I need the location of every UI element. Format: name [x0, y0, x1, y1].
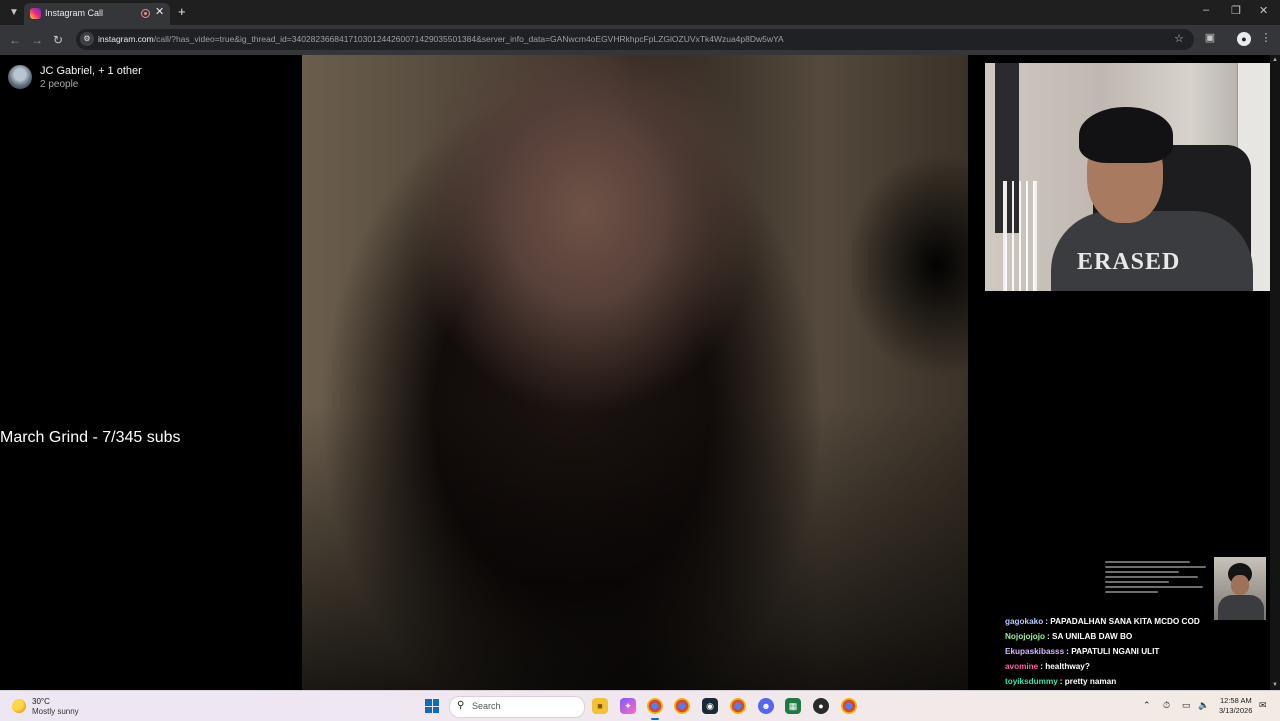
chrome-window-icon[interactable] [841, 698, 857, 714]
display-icon[interactable]: ▭ [1182, 700, 1191, 711]
chat-username: Ekupaskibasss [1005, 647, 1065, 656]
shirt-print-logo: ERASED [1077, 249, 1181, 275]
scroll-down-arrow-icon[interactable]: ▼ [1270, 680, 1280, 690]
search-placeholder: Search [472, 701, 501, 711]
chat-message: avomine: healthway? [1005, 662, 1090, 671]
webcam-self-view: ERASED [985, 63, 1278, 291]
mirrored-chat-line [1105, 591, 1158, 593]
remote-video-feed [302, 55, 968, 690]
chat-text: SA UNILAB DAW BO [1052, 632, 1133, 641]
stream-chat: gagokako: PAPADALHAN SANA KITA MCDO COD … [1005, 617, 1265, 692]
back-arrow-icon[interactable]: ← [9, 33, 21, 47]
clock-time[interactable]: 12:58 AM [1220, 696, 1252, 705]
call-title: JC Gabriel, + 1 other [40, 65, 142, 77]
background-gate [1003, 181, 1037, 291]
tab-instagram-call[interactable]: Instagram Call ✕ [24, 3, 170, 25]
chat-text: healthway? [1045, 662, 1090, 671]
chat-text: pretty naman [1064, 677, 1117, 686]
weather-condition[interactable]: Mostly sunny [32, 707, 79, 716]
mirrored-chat-line [1105, 561, 1190, 563]
instagram-icon [30, 8, 41, 19]
profile-avatar-icon[interactable]: ● [1237, 32, 1251, 46]
spreadsheet-app-icon[interactable]: ▦ [785, 698, 801, 714]
extensions-puzzle-icon[interactable]: ▣ [1203, 31, 1217, 45]
chrome-profile-icon[interactable] [674, 698, 690, 714]
mirrored-chat-line [1105, 576, 1199, 578]
weather-sun-icon[interactable] [12, 699, 26, 713]
chat-streamer-thumbnail [1214, 557, 1266, 620]
thumbnail-face [1231, 575, 1249, 595]
tab-close-icon[interactable]: ✕ [155, 5, 164, 18]
speaker-icon[interactable]: 🔈 [1198, 700, 1209, 711]
mirrored-chat-reflection [1105, 558, 1211, 620]
address-bar[interactable]: ⚙ instagram.com/call/?has_video=true&ig_… [76, 29, 1194, 50]
browser-menu-kebab-icon[interactable]: ⋮ [1259, 31, 1273, 45]
tab-search-chevron-icon[interactable]: ▼ [6, 5, 22, 21]
file-explorer-icon[interactable]: ■ [592, 698, 608, 714]
chat-message: Ekupaskibasss: PAPATULI NGANI ULIT [1005, 647, 1160, 656]
mirrored-chat-line [1105, 566, 1206, 568]
page-scrollbar[interactable]: ▲ ▼ [1270, 55, 1280, 690]
subscriber-goal-overlay: March Grind - 7/345 subs [0, 429, 181, 446]
copilot-icon[interactable]: ✦ [620, 698, 636, 714]
forward-arrow-icon[interactable]: → [31, 33, 43, 47]
chat-message: gagokako: PAPADALHAN SANA KITA MCDO COD [1005, 617, 1200, 626]
chat-message: Nojojojojo: SA UNILAB DAW BO [1005, 632, 1133, 641]
caller-avatar [8, 65, 32, 89]
chat-text: PAPATULI NGANI ULIT [1071, 647, 1160, 656]
minimize-icon[interactable]: – [1203, 4, 1209, 16]
chrome-icon[interactable] [647, 698, 663, 714]
taskbar-search-box[interactable]: ⚲ Search [449, 696, 585, 718]
steam-icon[interactable]: ◉ [702, 698, 718, 714]
chat-text: PAPADALHAN SANA KITA MCDO COD [1050, 617, 1200, 626]
browser-tab-strip: ▼ Instagram Call ✕ + – ❐ ✕ [0, 0, 1280, 25]
tray-overflow-chevron-up-icon[interactable]: ⌃ [1143, 700, 1151, 711]
clock-date[interactable]: 3/13/2026 [1219, 706, 1252, 715]
microphone-icon[interactable]: ⏱ [1163, 700, 1170, 711]
url-text: instagram.com/call/?has_video=true&ig_th… [98, 34, 784, 44]
bookmark-star-icon[interactable]: ☆ [1174, 32, 1184, 45]
person-hair [1079, 107, 1173, 163]
chrome-app-icon[interactable] [730, 698, 746, 714]
recording-icon [141, 9, 150, 18]
window-close-icon[interactable]: ✕ [1259, 4, 1268, 17]
site-info-icon[interactable]: ⚙ [80, 32, 94, 46]
weather-temperature[interactable]: 30°C [32, 697, 50, 706]
windows-taskbar: 30°C Mostly sunny ⚲ Search ■ ✦ ◉ ☻ ▦ ● ⌃… [0, 690, 1280, 721]
participant-count: 2 people [40, 79, 79, 90]
scroll-up-arrow-icon[interactable]: ▲ [1270, 55, 1280, 65]
search-icon: ⚲ [457, 700, 465, 711]
tab-title: Instagram Call [45, 8, 104, 18]
restore-icon[interactable]: ❐ [1231, 4, 1241, 17]
new-tab-plus-icon[interactable]: + [178, 4, 186, 19]
notification-bell-icon[interactable]: ✉ [1259, 700, 1267, 711]
mirrored-chat-line [1105, 571, 1180, 573]
reload-icon[interactable]: ↻ [53, 33, 63, 47]
chat-username: avomine [1005, 662, 1039, 671]
mirrored-chat-line [1105, 581, 1169, 583]
chat-username: gagokako [1005, 617, 1044, 626]
mirrored-chat-line [1105, 586, 1203, 588]
browser-toolbar: ← → ↻ ⚙ instagram.com/call/?has_video=tr… [0, 25, 1280, 55]
discord-icon[interactable]: ☻ [758, 698, 774, 714]
chat-username: toyiksdummy [1005, 677, 1058, 686]
chat-username: Nojojojojo [1005, 632, 1046, 641]
obs-record-icon[interactable]: ● [813, 698, 829, 714]
start-windows-icon[interactable] [425, 699, 439, 713]
